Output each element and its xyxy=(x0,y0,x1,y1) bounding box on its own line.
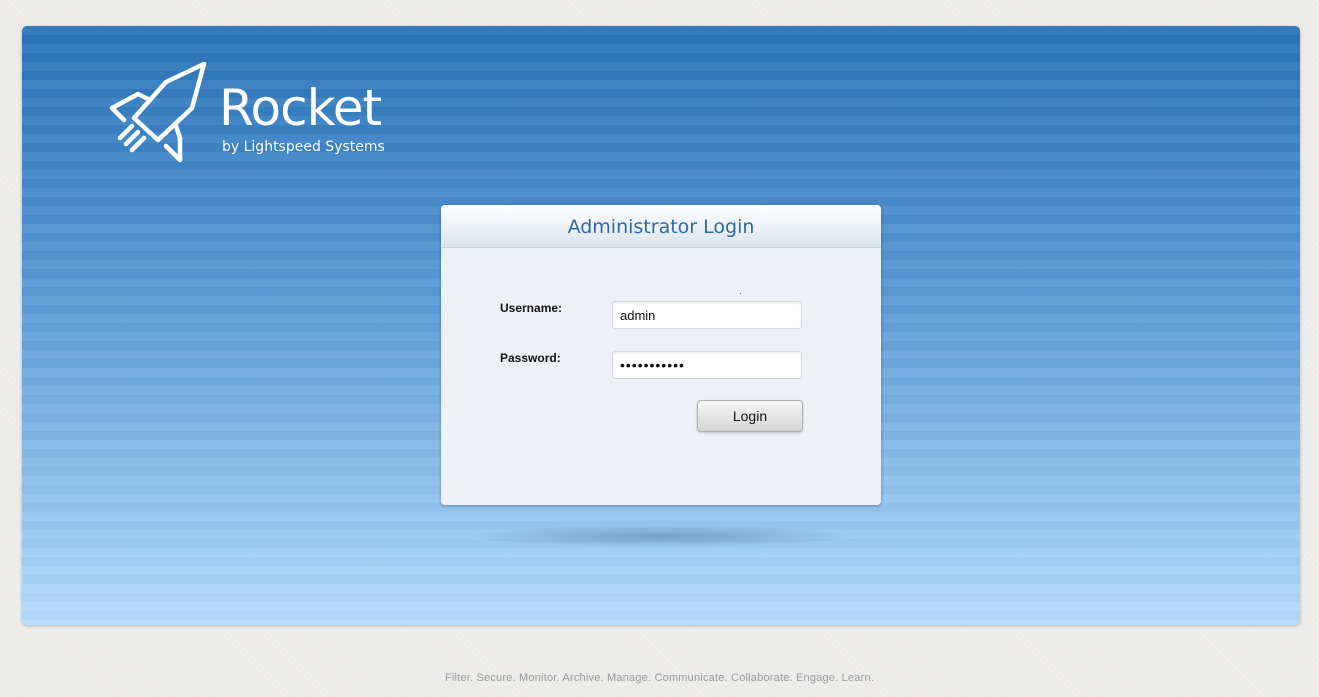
panel-shadow xyxy=(471,526,851,546)
brand-byline: by Lightspeed Systems xyxy=(222,139,385,155)
brand-name: Rocket xyxy=(219,79,382,137)
login-panel-header: Administrator Login xyxy=(441,205,881,248)
login-panel: Administrator Login . Username: Password… xyxy=(441,205,881,505)
password-label: Password: xyxy=(500,351,561,365)
login-button[interactable]: Login xyxy=(697,400,803,432)
brand-logo: Rocket by Lightspeed Systems xyxy=(106,60,406,170)
hero-background: Rocket by Lightspeed Systems Administrat… xyxy=(22,26,1300,625)
password-field[interactable] xyxy=(612,351,802,379)
status-marker: . xyxy=(739,286,742,297)
username-field[interactable] xyxy=(612,301,802,329)
username-label: Username: xyxy=(500,301,563,315)
login-title: Administrator Login xyxy=(567,216,755,238)
rocket-icon xyxy=(109,61,207,163)
footer-tagline: Filter. Secure. Monitor. Archive. Manage… xyxy=(444,672,875,684)
